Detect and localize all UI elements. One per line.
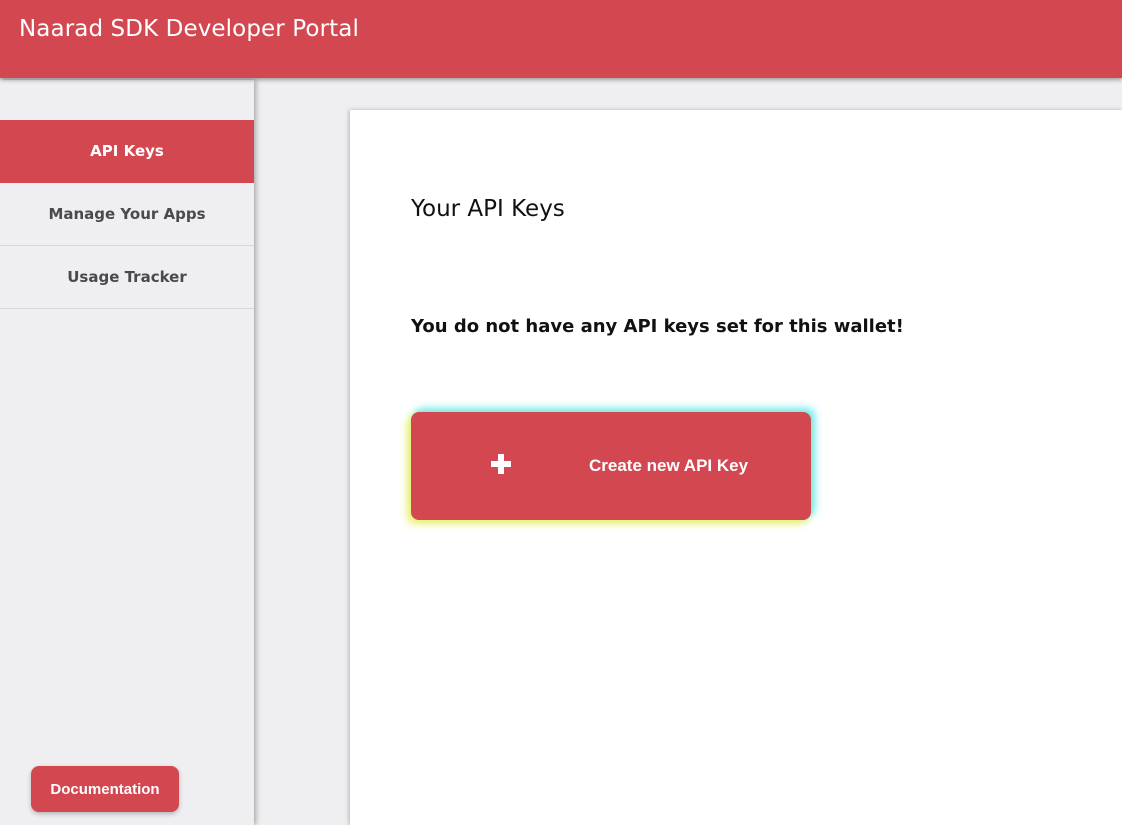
sidebar-item-label: Manage Your Apps	[48, 205, 206, 223]
app-header: Naarad SDK Developer Portal	[0, 0, 1122, 78]
app-title: Naarad SDK Developer Portal	[19, 16, 359, 42]
plus-icon	[491, 454, 511, 474]
create-api-key-label: Create new API Key	[589, 456, 749, 475]
create-api-key-button[interactable]: Create new API Key	[411, 412, 811, 520]
sidebar-item-label: Usage Tracker	[67, 268, 187, 286]
empty-state-message: You do not have any API keys set for thi…	[411, 316, 904, 337]
main-content-card: Your API Keys You do not have any API ke…	[350, 110, 1122, 825]
sidebar-nav: API Keys Manage Your Apps Usage Tracker	[0, 120, 254, 309]
documentation-button[interactable]: Documentation	[31, 766, 179, 812]
sidebar-item-label: API Keys	[90, 142, 164, 160]
sidebar-item-api-keys[interactable]: API Keys	[0, 120, 254, 183]
sidebar-item-manage-your-apps[interactable]: Manage Your Apps	[0, 183, 254, 246]
sidebar: API Keys Manage Your Apps Usage Tracker …	[0, 80, 254, 825]
sidebar-item-usage-tracker[interactable]: Usage Tracker	[0, 246, 254, 309]
page-title: Your API Keys	[411, 196, 565, 222]
